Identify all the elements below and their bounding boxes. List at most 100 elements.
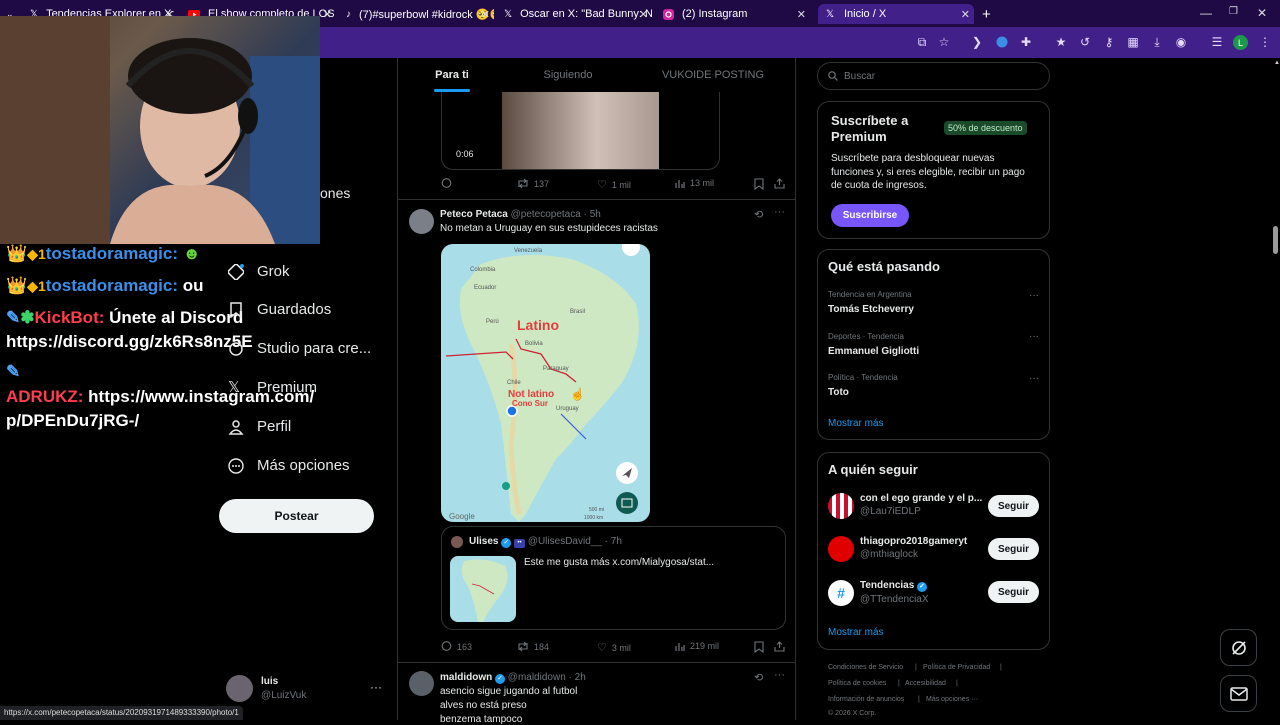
search-box[interactable]: Buscar [817,62,1050,90]
views-button[interactable]: 219 mil [675,641,719,651]
close-icon[interactable]: ✕ [961,8,970,21]
avatar[interactable] [828,536,854,562]
bookmark-button[interactable] [754,641,769,653]
close-icon[interactable]: ✕ [481,8,490,21]
close-icon[interactable]: ✕ [797,8,806,21]
extension-blue-icon[interactable] [995,35,1009,49]
sidebar-item-mas-opciones[interactable]: Más opciones [228,457,350,474]
tab-siguiendo[interactable]: Siguiendo [518,58,618,92]
post-image-map[interactable]: Venezuela Colombia Ecuador Perú Brasil B… [441,244,650,522]
footer-link[interactable]: Más opciones ··· [926,696,978,703]
footer-link[interactable]: Política de cookies [828,680,886,687]
avatar[interactable] [226,675,253,702]
puzzle-icon[interactable]: ✚ [1019,35,1033,49]
menu-dots-icon[interactable]: ⋮ [1258,35,1272,49]
history-icon[interactable]: ↺ [1078,35,1092,49]
video-player[interactable]: 0:06 [441,92,720,170]
studio-icon [229,341,243,356]
sidebar-item-perfil[interactable]: Perfil [228,418,291,435]
more-dots-icon[interactable]: ··· [774,206,785,218]
avatar[interactable] [828,493,854,519]
sidebar-item-guardados[interactable]: Guardados [228,301,331,318]
minimize-icon[interactable]: — [1200,6,1212,20]
sidebar-item-premium[interactable]: 𝕏 Premium [228,379,317,396]
download-icon[interactable]: ⤓ [1150,35,1164,49]
account-menu-icon[interactable]: ··· [370,680,382,694]
follow-button[interactable]: Seguir [988,495,1039,517]
follow-button[interactable]: Seguir [988,538,1039,560]
show-more-link[interactable]: Mostrar más [828,418,884,429]
reading-list-icon[interactable]: ☰ [1210,35,1224,49]
retweet-button[interactable]: 184 [517,641,549,652]
post-author-name[interactable]: Peteco Petaca [440,209,508,220]
follow-suggestion[interactable]: thiagopro2018gameryt @mthiaglock [860,536,982,560]
profile-avatar[interactable]: L [1233,35,1248,50]
grok-floating-button[interactable] [1220,629,1257,666]
sidebar-item-studio[interactable]: Studio para cre... [228,340,371,357]
browser-tab-4[interactable]: 𝕏 Oscar en X: "Bad Bunny: No m✕ [504,4,652,24]
messages-floating-button[interactable] [1220,675,1257,712]
trend-item[interactable]: Política · Tendencia Toto [828,373,898,398]
bookmark-star-icon[interactable]: ★ [1054,35,1068,49]
star-icon[interactable]: ☆ [937,35,951,49]
more-dots-icon[interactable]: ··· [1029,290,1039,301]
scrollbar-thumb[interactable] [1273,226,1278,254]
trend-item[interactable]: Deportes · Tendencia Emmanuel Gigliotti [828,332,919,357]
show-more-link[interactable]: Mostrar más [828,627,884,638]
tab-para-ti[interactable]: Para ti [418,58,486,92]
trend-item[interactable]: Tendencia en Argentina Tomás Etcheverry [828,290,914,315]
extension-icon[interactable]: ❯ [970,35,984,49]
footer-link[interactable]: Condiciones de Servicio [828,664,903,671]
like-button[interactable]: ♡ 3 mil [597,641,631,654]
reply-button[interactable]: 163 [441,641,472,652]
mail-icon [1229,686,1248,701]
post-button[interactable]: Postear [219,499,374,533]
restore-icon[interactable]: ❐ [1229,6,1238,17]
more-dots-icon[interactable]: ··· [1029,331,1039,342]
tab-vukoide-posting[interactable]: VUKOIDE POSTING [648,58,778,92]
close-icon[interactable]: ✕ [639,8,648,21]
browser-tab-6-active[interactable]: 𝕏 Inicio / X ✕ [818,4,974,24]
post-author-handle[interactable]: @maldidown · 2h [508,672,586,683]
browser-tab-5[interactable]: (2) Instagram ✕ [662,4,810,24]
scroll-up-icon[interactable]: ▲ [1274,60,1280,66]
retweet-button[interactable]: 137 [517,178,549,189]
reply-button[interactable] [441,178,457,189]
avatar[interactable] [409,671,434,696]
footer-link[interactable]: Política de Privacidad [923,664,990,671]
follow-button[interactable]: Seguir [988,581,1039,603]
follow-suggestion[interactable]: Tendencias ✓ @TTendenciaX [860,580,982,605]
browser-tab-3[interactable]: ♪ (7)#superbowl #kidrock 🥺🥺 ✕ [346,4,494,24]
close-icon[interactable]: ✕ [323,8,332,21]
follow-suggestion[interactable]: con el ego grande y el p... @Lau7iEDLP [860,493,982,517]
avatar[interactable] [409,209,434,234]
new-tab-button[interactable]: + [982,4,996,24]
camera-icon[interactable]: ◉ [1174,35,1188,49]
share-button[interactable] [774,178,790,189]
post-header: maldidown ✓ @maldidown · 2h [440,672,586,684]
account-name[interactable]: luis [261,676,278,687]
sidebar-item-label: Premium [257,379,318,396]
post-author-name[interactable]: maldidown [440,672,492,683]
views-button[interactable]: 13 mil [675,178,714,188]
screen-share-icon[interactable]: ⧉ [915,35,929,49]
more-dots-icon[interactable]: ··· [1029,373,1039,384]
close-window-icon[interactable]: ✕ [1257,6,1267,20]
wallet-icon[interactable]: ▦ [1126,35,1140,49]
grok-icon[interactable]: ⟲ [754,208,763,221]
quoted-post[interactable]: Ulises ✓ •• @UlisesDavid__ · 7h Este me … [441,526,786,630]
more-dots-icon[interactable]: ··· [774,669,785,681]
share-button[interactable] [774,641,790,652]
grok-icon[interactable]: ⟲ [754,671,763,684]
footer-link[interactable]: Información de anuncios [828,696,904,703]
sidebar-partial-item[interactable]: ones [320,185,350,201]
hashtag-icon[interactable]: # [828,580,854,606]
scrollbar[interactable]: ▲ [1271,58,1280,720]
like-button[interactable]: ♡ 1 mil [597,178,631,191]
footer-link[interactable]: Accesibilidad [905,680,946,687]
key-icon[interactable]: ⚷ [1102,35,1116,49]
post-author-handle[interactable]: @petecopetaca · 5h [511,209,601,220]
subscribe-button[interactable]: Suscribirse [831,204,909,227]
sidebar-item-grok[interactable]: Grok [228,263,290,280]
bookmark-button[interactable] [754,178,769,190]
